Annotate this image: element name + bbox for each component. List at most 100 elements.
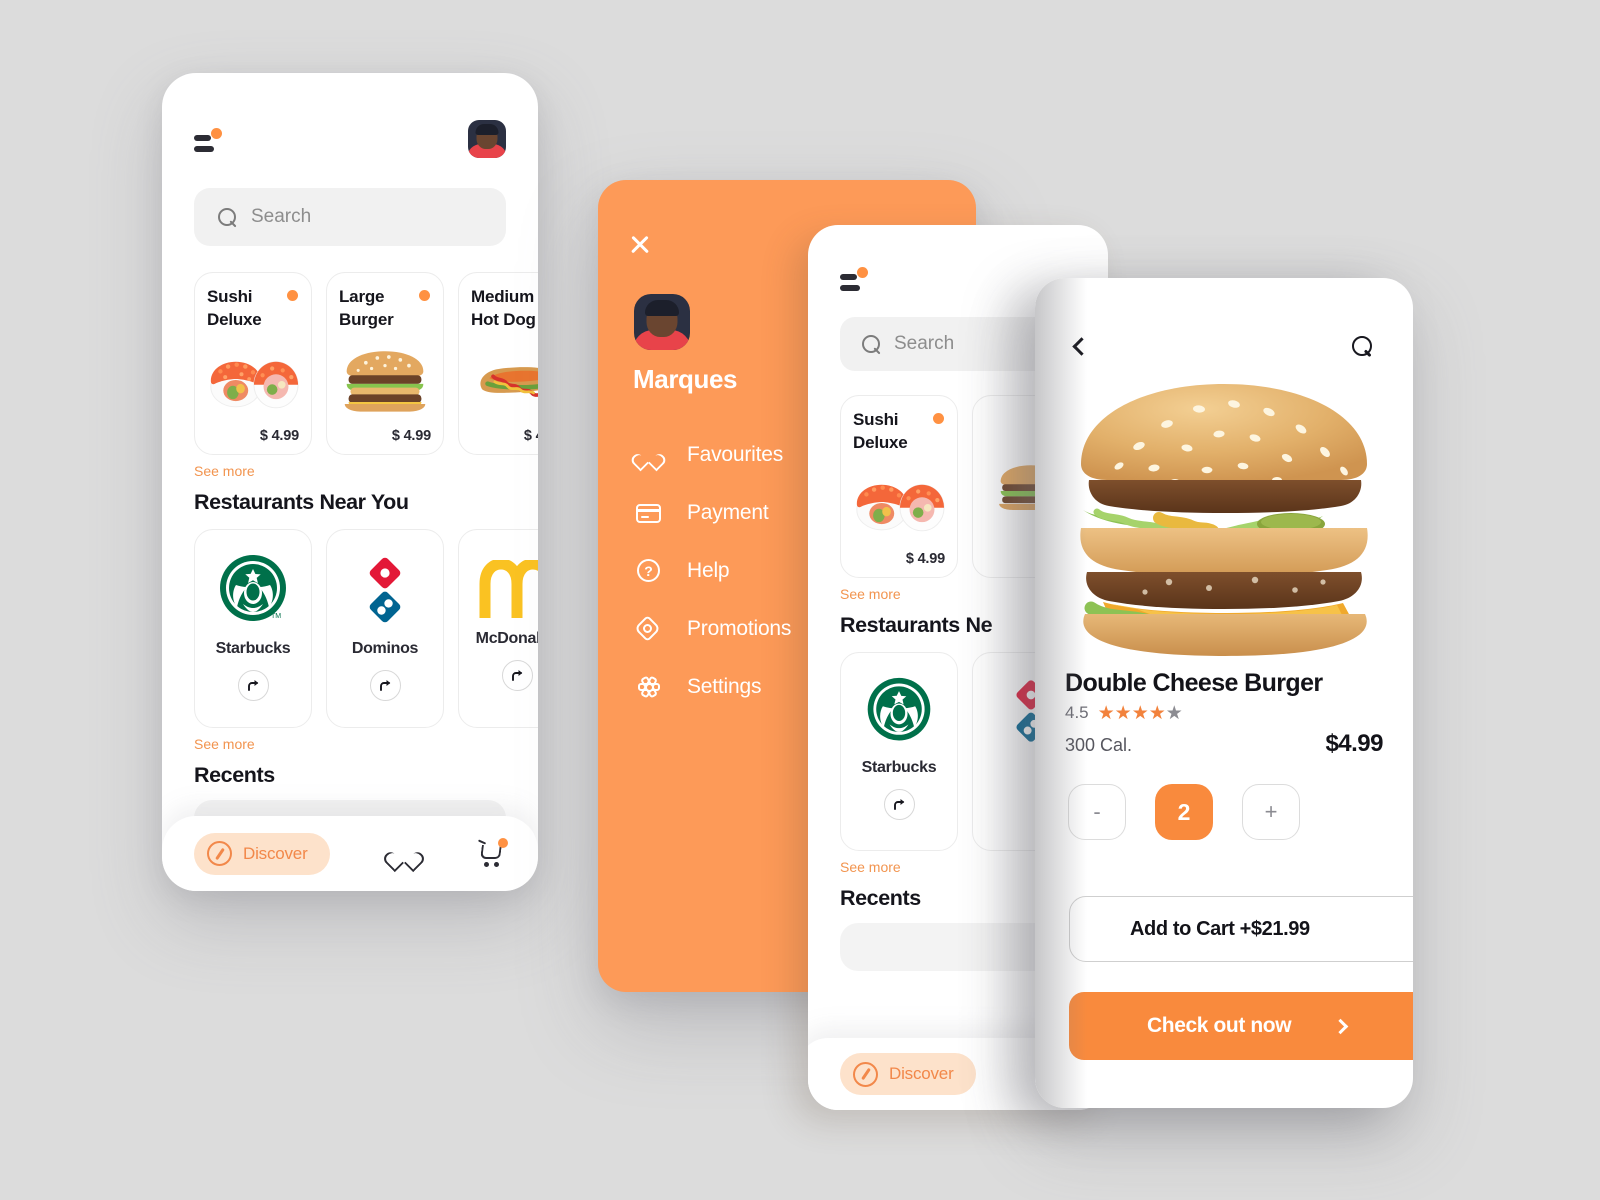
hamburger-icon[interactable] [840, 265, 870, 291]
restaurant-card[interactable]: McDonalds [458, 529, 538, 728]
sidebar-item-settings[interactable]: Settings [636, 674, 791, 700]
sidebar-item-help[interactable]: ? Help [636, 558, 791, 584]
quantity-value: 2 [1155, 784, 1213, 840]
checkout-label: Check out now [1147, 1014, 1292, 1037]
home-screen: Search Sushi Deluxe $ 4.99 Large Burger … [162, 73, 538, 891]
starbucks-logo: TM [214, 552, 292, 630]
orange-dot-icon [419, 290, 430, 301]
go-arrow-icon[interactable] [369, 670, 401, 701]
section-title-restaurants: Restaurants Near You [194, 490, 409, 514]
restaurant-name: McDonalds [475, 630, 538, 647]
product-detail-screen: Double Cheese Burger 4.5 ★★★★★ 300 Cal. … [1035, 278, 1413, 1108]
back-chevron-icon[interactable] [1072, 337, 1091, 356]
see-more-food[interactable]: See more [194, 463, 538, 479]
heart-icon[interactable] [391, 842, 417, 866]
food-card-title: Large [339, 287, 385, 306]
food-card[interactable]: Large Burger $ 4.99 [326, 272, 444, 455]
checkout-button[interactable]: Check out now [1069, 992, 1413, 1060]
credit-card-icon [636, 500, 662, 526]
svg-text:TM: TM [271, 613, 281, 620]
food-card-price: $ 4.99 [391, 428, 431, 444]
food-card-price: $ 4.99 [905, 551, 945, 567]
compass-icon [853, 1061, 878, 1087]
go-arrow-icon[interactable] [501, 660, 533, 691]
avatar[interactable] [634, 294, 690, 350]
cart-body [480, 845, 502, 859]
avatar[interactable] [468, 120, 506, 158]
food-card-price: $ 4.99 [523, 428, 538, 444]
restaurant-card[interactable]: Dominos [326, 529, 444, 728]
search-placeholder: Search [251, 206, 312, 227]
search-placeholder: Search [894, 333, 955, 354]
double-cheese-burger-image [1035, 369, 1413, 669]
food-card[interactable]: Sushi Deluxe $ 4.99 [840, 395, 958, 578]
star-rating-icon: ★★★★★ [1097, 702, 1183, 724]
cart-wheel [484, 862, 489, 867]
food-card-title: Sushi [207, 287, 253, 306]
food-card-title: Medium [471, 287, 535, 306]
notification-dot [211, 128, 222, 139]
food-card-subtitle: Deluxe [853, 432, 908, 452]
food-card-subtitle: Deluxe [207, 309, 262, 329]
restaurant-list[interactable]: TM Starbucks Dominos McDona [162, 529, 538, 728]
search-icon [862, 334, 881, 354]
cart-wheel [494, 862, 499, 867]
sidebar-item-favourites[interactable]: Favourites [636, 442, 791, 468]
burger-image [339, 331, 431, 428]
starbucks-logo [862, 675, 936, 749]
food-card-subtitle: Hot Dog [471, 309, 536, 329]
sidebar-menu-screen: Search Sushi Deluxe $ 4.99 See more Rest… [598, 180, 1108, 1110]
food-card-list[interactable]: Sushi Deluxe [162, 272, 538, 455]
product-header [1035, 278, 1413, 357]
sidebar-menu-list: Favourites Payment ? Help Promotions Set… [634, 442, 791, 700]
restaurant-card[interactable]: TM Starbucks [194, 529, 312, 728]
go-arrow-icon[interactable] [883, 789, 915, 820]
close-icon[interactable] [628, 232, 652, 256]
restaurant-name: Starbucks [215, 640, 291, 657]
sushi-image [207, 331, 299, 428]
cart-badge [498, 838, 508, 848]
hamburger-bar [194, 146, 214, 152]
search-icon [218, 207, 237, 227]
sidebar-item-promotions[interactable]: Promotions [634, 615, 791, 642]
nav-discover[interactable]: Discover [840, 1053, 976, 1095]
decrement-button[interactable]: - [1068, 784, 1126, 840]
product-price: $4.99 [1325, 730, 1383, 757]
sidebar-item-payment[interactable]: Payment [636, 500, 791, 526]
food-card-subtitle: Burger [339, 309, 394, 329]
chevron-right-icon [1332, 1018, 1349, 1034]
question-circle-icon: ? [636, 558, 662, 584]
see-more-restaurants[interactable]: See more [194, 736, 538, 752]
nav-discover-label: Discover [889, 1064, 954, 1083]
hamburger-icon[interactable] [194, 126, 224, 152]
product-info: Double Cheese Burger 4.5 ★★★★★ 300 Cal. … [1035, 669, 1413, 758]
food-card[interactable]: Medium Hot Dog $ 4.99 [458, 272, 538, 455]
tag-icon [634, 615, 662, 642]
rating-value: 4.5 [1065, 703, 1089, 722]
mockup-stage: Search Sushi Deluxe $ 4.99 Large Burger … [0, 0, 1600, 1200]
search-input[interactable]: Search [194, 188, 506, 246]
search-icon[interactable] [1352, 336, 1373, 357]
nav-discover-label: Discover [243, 843, 308, 863]
quantity-stepper: - 2 + [1068, 784, 1413, 840]
nav-discover[interactable]: Discover [194, 832, 330, 875]
orange-dot-icon [933, 413, 944, 424]
cart-icon[interactable] [477, 838, 508, 867]
hamburger-bar [194, 135, 211, 141]
restaurant-card[interactable]: Starbucks [840, 652, 958, 851]
increment-button[interactable]: + [1242, 784, 1300, 840]
product-title: Double Cheese Burger [1065, 669, 1323, 697]
restaurant-name: Dominos [351, 640, 419, 657]
avatar-hair [475, 124, 499, 135]
add-to-cart-label: Add to Cart +$21.99 [1130, 917, 1310, 940]
go-arrow-icon[interactable] [237, 670, 269, 701]
compass-icon [207, 841, 232, 866]
add-to-cart-button[interactable]: Add to Cart +$21.99 [1069, 896, 1413, 962]
food-card-price: $ 4.99 [259, 428, 299, 444]
hamburger-bar [840, 285, 860, 291]
sidebar-item-label: Favourites [687, 443, 784, 466]
food-card-title: Sushi [853, 410, 899, 429]
mcdonalds-logo [477, 560, 538, 620]
bottom-nav: Discover [162, 816, 538, 891]
food-card[interactable]: Sushi Deluxe $ 4.99 [194, 272, 312, 455]
